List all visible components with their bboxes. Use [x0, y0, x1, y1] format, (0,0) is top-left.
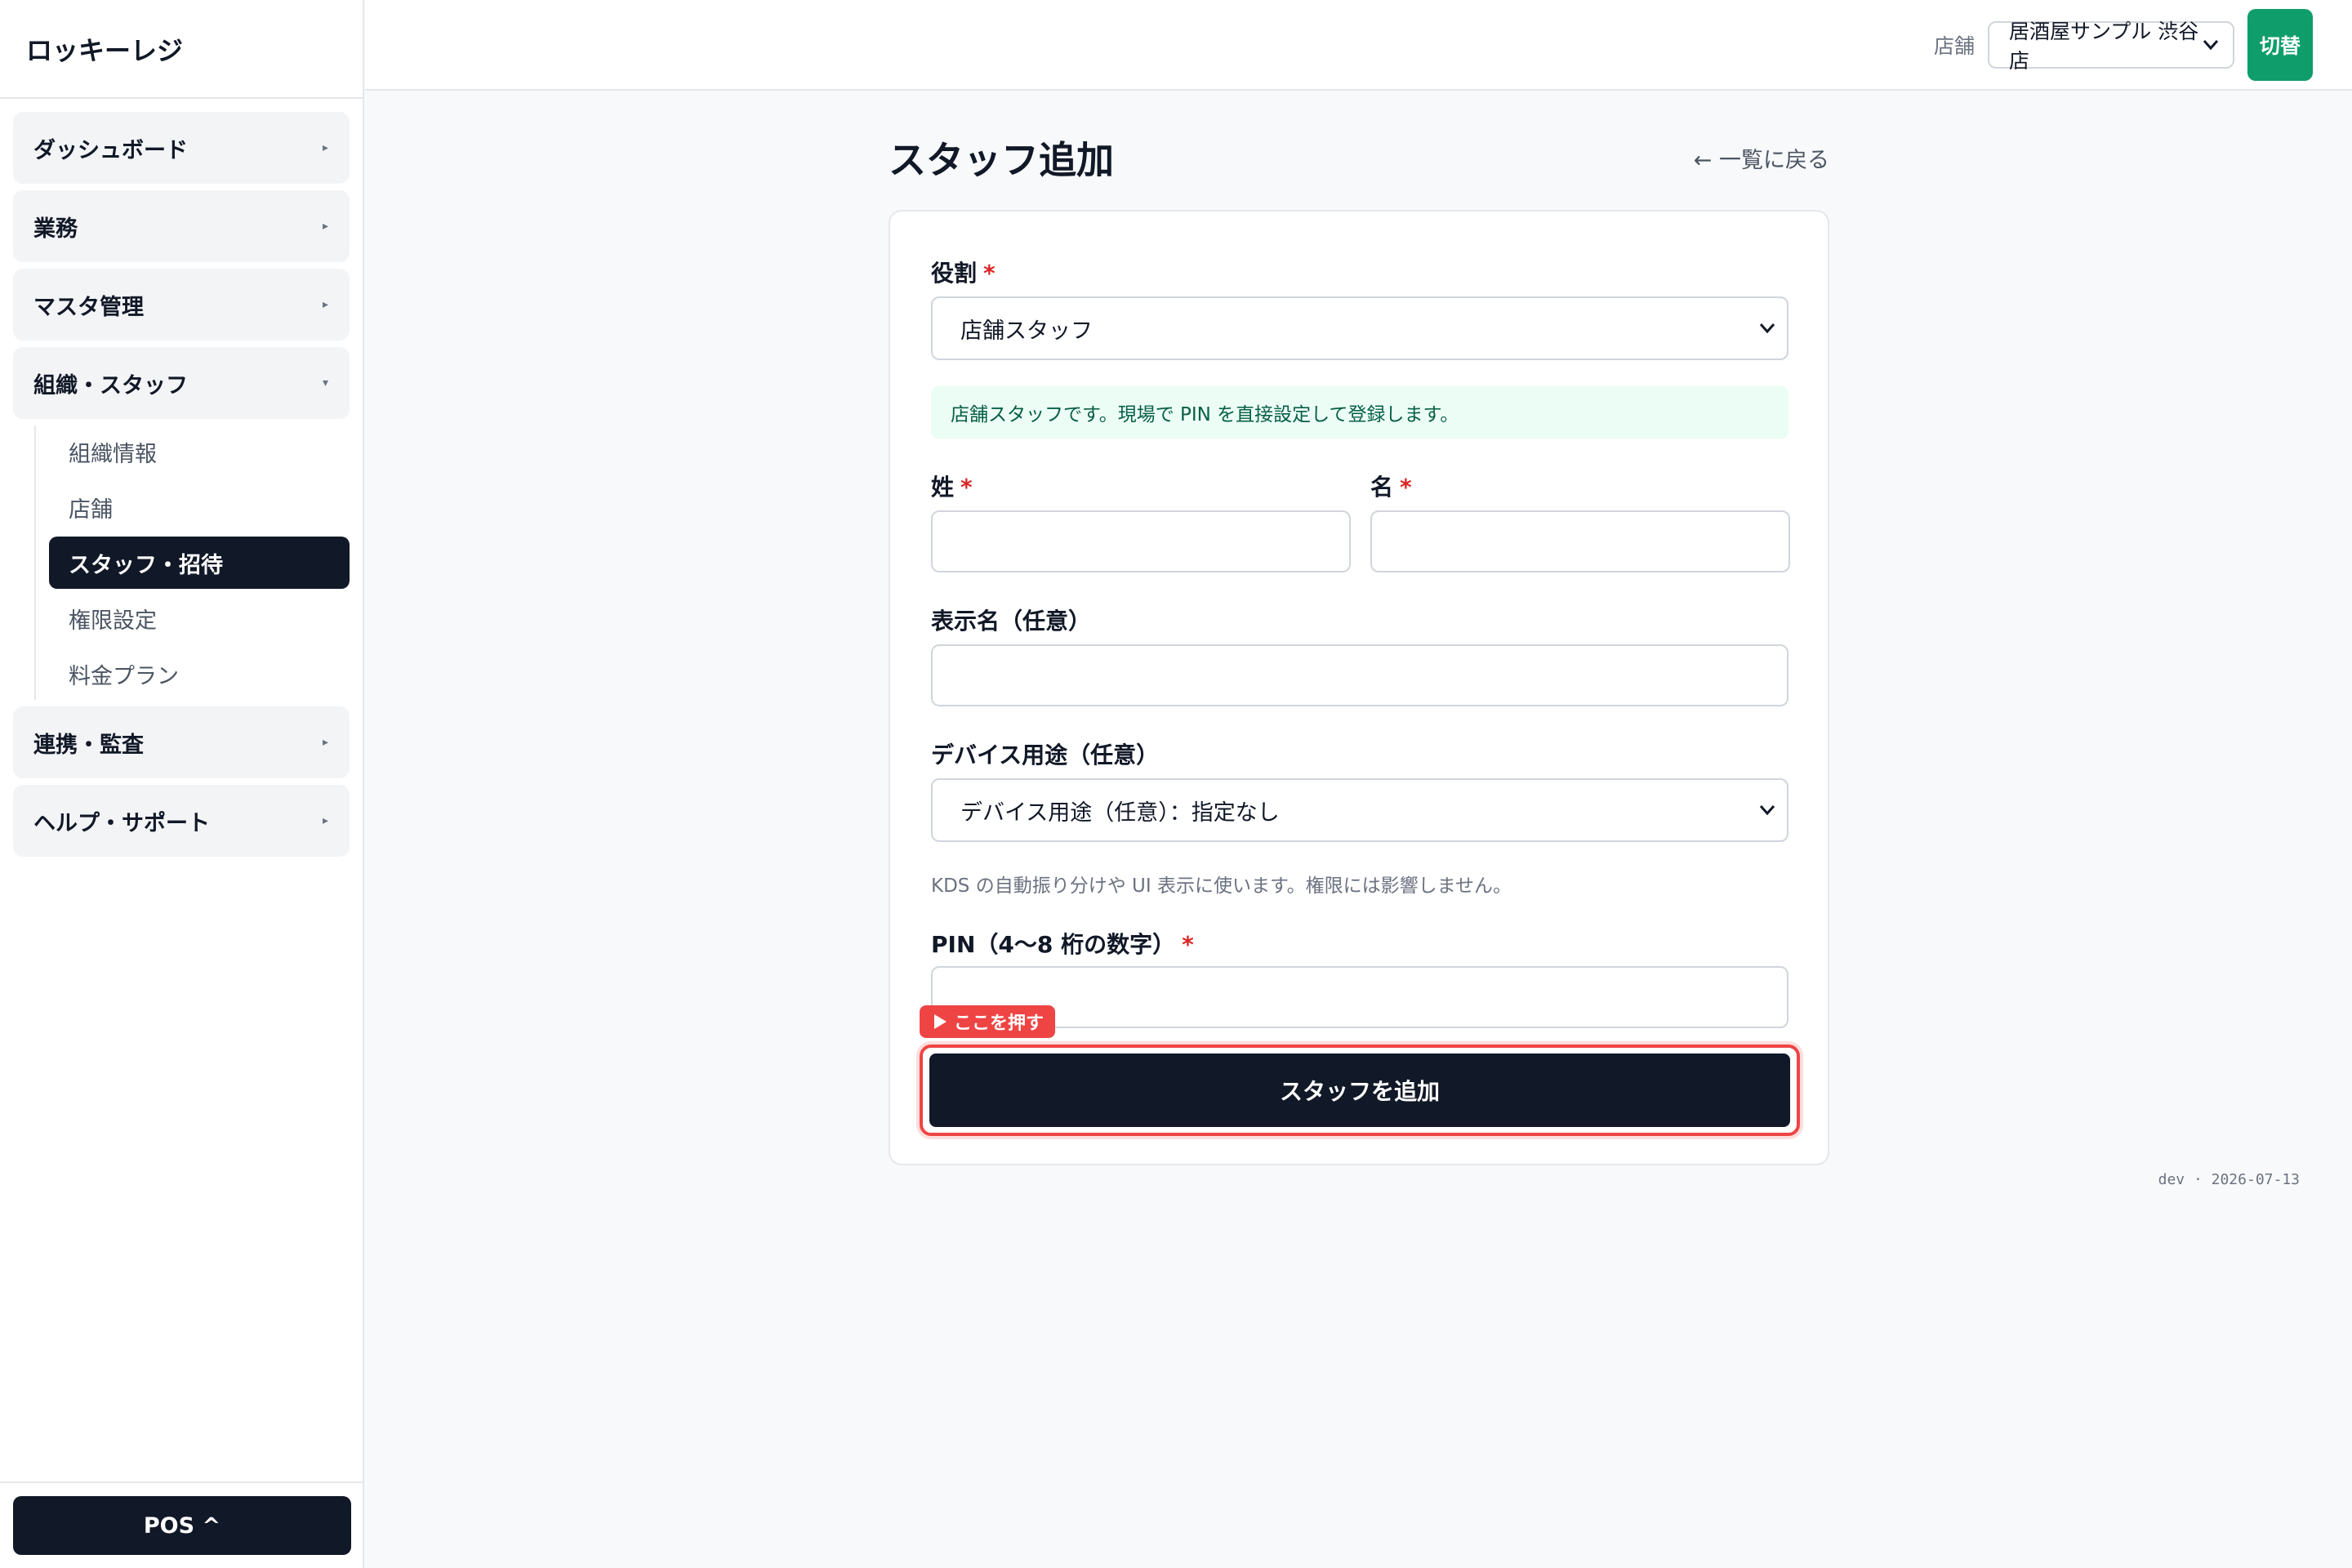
chevron-down-icon: [1756, 317, 1779, 340]
sidebar-footer: POS ^: [0, 1481, 363, 1568]
sidebar-group-label: 連携・監査: [33, 732, 144, 758]
first-name-input[interactable]: [1370, 510, 1790, 572]
caret-right-icon: ▸: [322, 736, 328, 749]
role-select[interactable]: 店舗スタッフ: [931, 296, 1788, 360]
last-name-label: 姓 *: [931, 470, 973, 502]
sidebar-group-label: 組織・スタッフ: [33, 372, 188, 399]
sidebar-nav: ダッシュボード ▸ 業務 ▸ マスタ管理 ▸ 組織・スタッフ ▾ 組織情報 店舗…: [0, 99, 363, 857]
role-info-box: 店舗スタッフです。現場で PIN を直接設定して登録します。: [931, 386, 1788, 439]
display-name-label: 表示名（任意）: [931, 608, 1092, 635]
device-select-value: デバイス用途（任意）：指定なし: [960, 800, 1280, 826]
store-select[interactable]: 居酒屋サンプル 渋谷店: [1988, 20, 2234, 73]
required-mark: *: [1182, 931, 1194, 958]
pin-label-text: PIN（4〜8 桁の数字）: [931, 931, 1176, 958]
chevron-down-icon: [1756, 799, 1779, 822]
click-here-marker: ここを押す: [920, 1005, 1056, 1038]
back-to-list-link[interactable]: ← 一覧に戻る: [1694, 142, 1829, 174]
role-label-text: 役割: [931, 260, 978, 287]
caret-down-icon: ▾: [322, 376, 328, 390]
sidebar: ロッキーレジ ダッシュボード ▸ 業務 ▸ マスタ管理 ▸ 組織・スタッフ ▾ …: [0, 0, 364, 1568]
sidebar-group-label: マスタ管理: [33, 294, 144, 320]
staff-form-card: 役割 * 店舗スタッフ 店舗スタッフです。現場で PIN を直接設定して登録します…: [889, 210, 1829, 1165]
top-header: 店舗 居酒屋サンプル 渋谷店 切替: [365, 0, 2352, 91]
store-select-value: 居酒屋サンプル 渋谷店: [2009, 19, 2199, 73]
marker-label: ここを押す: [954, 1013, 1045, 1034]
sidebar-group-help[interactable]: ヘルプ・サポート ▸: [13, 785, 350, 857]
sidebar-group-operations[interactable]: 業務 ▸: [13, 190, 350, 262]
first-name-label-text: 名: [1370, 474, 1394, 501]
sidebar-group-label: ヘルプ・サポート: [33, 810, 210, 836]
role-select-value: 店舗スタッフ: [960, 318, 1093, 344]
caret-right-icon: ▸: [322, 141, 328, 154]
device-label: デバイス用途（任意）: [931, 742, 1160, 768]
sidebar-group-integrations[interactable]: 連携・監査 ▸: [13, 706, 350, 778]
first-name-label: 名 *: [1370, 470, 1412, 502]
last-name-label-text: 姓: [931, 474, 955, 501]
role-label: 役割 *: [931, 256, 996, 288]
store-label: 店舗: [1933, 33, 1975, 58]
sidebar-group-label: 業務: [33, 216, 78, 242]
device-hint: KDS の自動振り分けや UI 表示に使います。権限には影響しません。: [931, 875, 1512, 897]
pin-label: PIN（4〜8 桁の数字） *: [931, 927, 1194, 960]
required-mark: *: [960, 474, 973, 501]
sidebar-group-dashboard[interactable]: ダッシュボード ▸: [13, 112, 350, 184]
sidebar-item-pricing[interactable]: 料金プラン: [49, 648, 350, 700]
page-heading: スタッフ追加 ← 一覧に戻る: [889, 129, 1829, 186]
pos-button[interactable]: POS ^: [13, 1496, 351, 1555]
required-mark: *: [983, 260, 996, 287]
display-name-input[interactable]: [931, 644, 1788, 706]
sidebar-item-permissions[interactable]: 権限設定: [49, 592, 350, 644]
sidebar-item-stores[interactable]: 店舗: [49, 481, 350, 533]
required-mark: *: [1400, 474, 1412, 501]
pin-input[interactable]: [931, 966, 1788, 1028]
chevron-down-icon: [2200, 33, 2221, 56]
sidebar-item-org-info[interactable]: 組織情報: [49, 425, 350, 478]
sidebar-group-label: ダッシュボード: [33, 137, 188, 163]
caret-right-icon: ▸: [322, 298, 328, 311]
build-meta: dev · 2026-07-13: [2158, 1171, 2300, 1188]
play-icon: [934, 1014, 947, 1029]
sidebar-group-organization[interactable]: 組織・スタッフ ▾: [13, 347, 350, 419]
sidebar-subnav: 組織情報 店舗 スタッフ・招待 権限設定 料金プラン: [34, 425, 350, 700]
page-title: スタッフ追加: [889, 138, 1114, 182]
sidebar-group-master[interactable]: マスタ管理 ▸: [13, 269, 350, 341]
caret-right-icon: ▸: [322, 220, 328, 233]
add-staff-button[interactable]: スタッフを追加: [929, 1054, 1790, 1127]
device-select[interactable]: デバイス用途（任意）：指定なし: [931, 778, 1788, 842]
switch-store-button[interactable]: 切替: [2247, 8, 2313, 81]
last-name-input[interactable]: [931, 510, 1351, 572]
caret-right-icon: ▸: [322, 814, 328, 827]
app-title: ロッキーレジ: [0, 0, 363, 99]
sidebar-item-staff-invite[interactable]: スタッフ・招待: [49, 537, 350, 589]
